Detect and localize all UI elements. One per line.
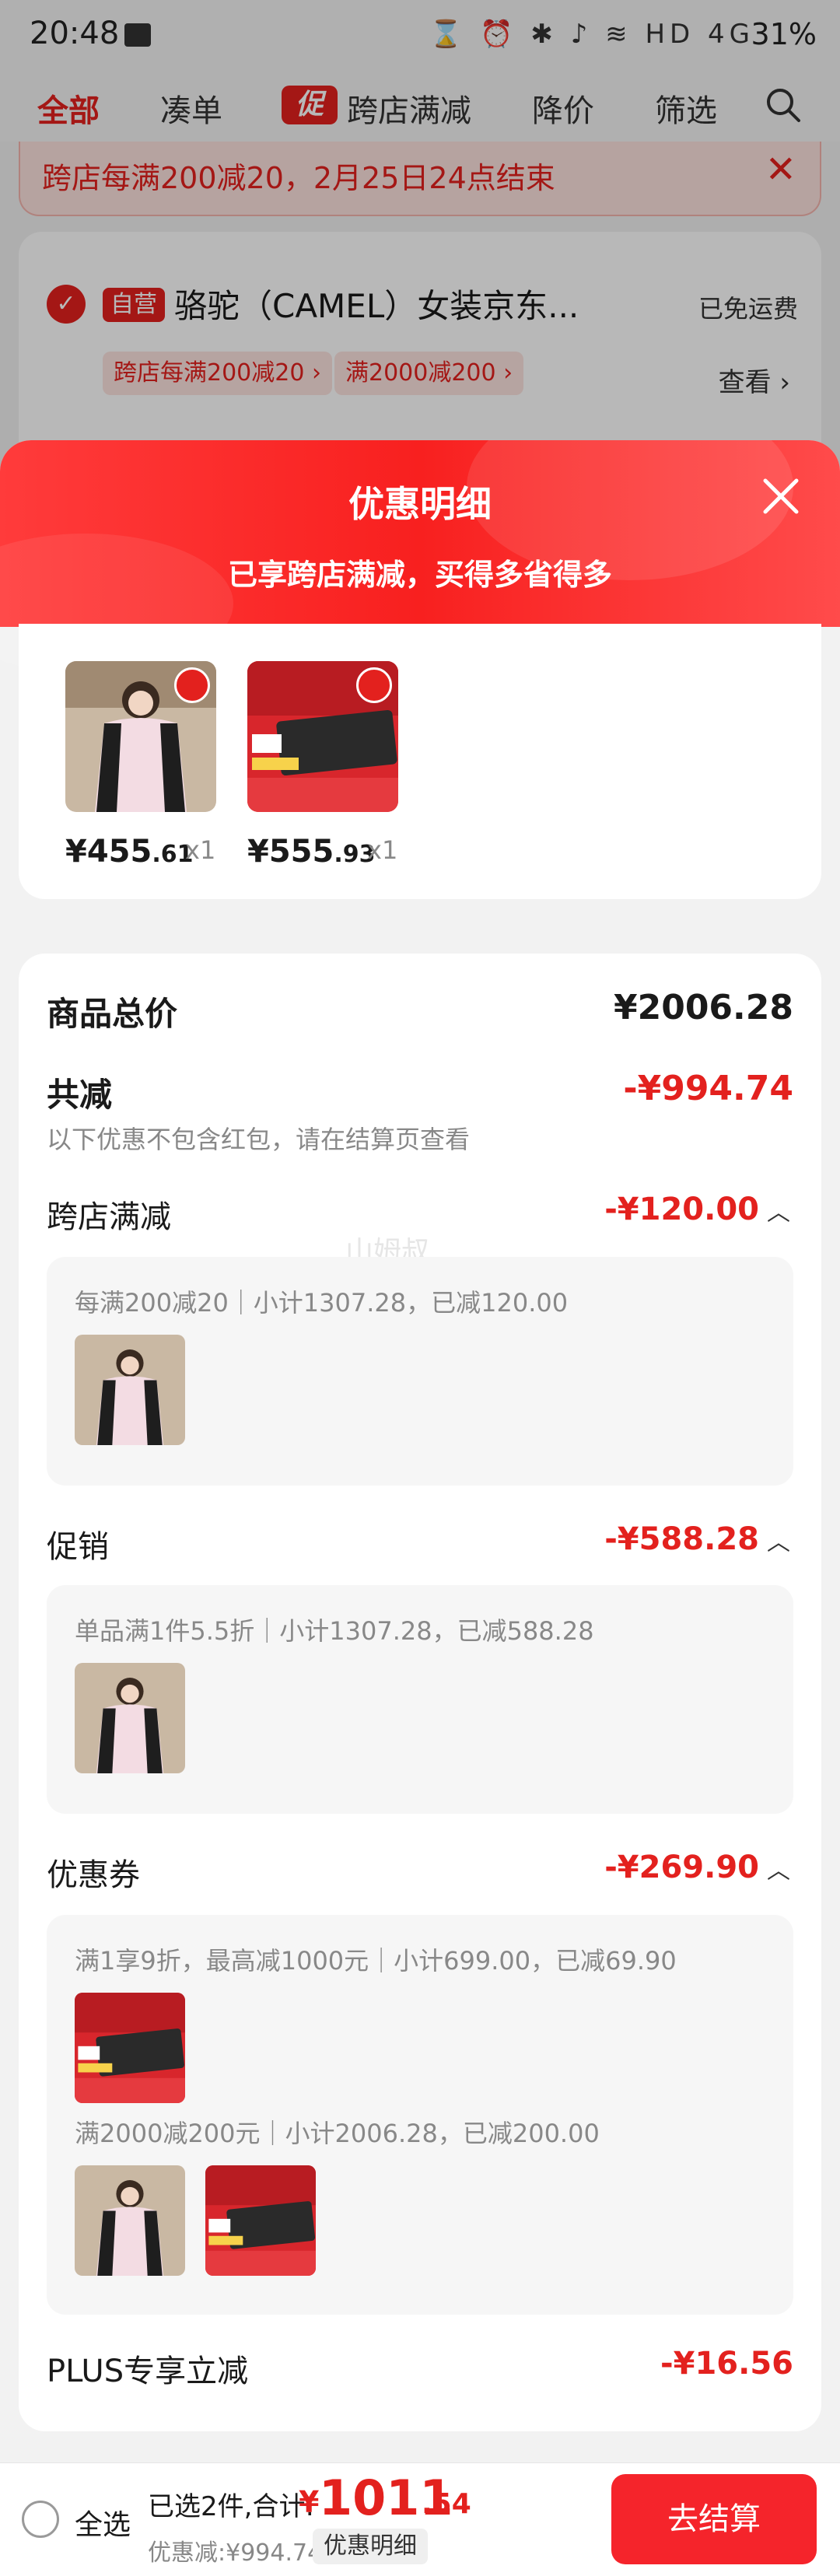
rule-box: 满1享9折，最高减1000元｜小计699.00，已减69.90 满2000减20… (47, 1915, 793, 2315)
reduce-note: 以下优惠不包含红包，请在结算页查看 (47, 1125, 471, 1154)
total-cents: .54 (422, 2488, 471, 2520)
total-value: ¥2006.28 (613, 988, 793, 1027)
rule-product-image (75, 2165, 185, 2276)
product-quantity: x1 (367, 835, 398, 865)
checkout-button[interactable]: 去结算 (611, 2474, 817, 2564)
selected-summary: 已选2件,合计: (148, 2491, 314, 2522)
plus-label: PLUS专享立减 (47, 2354, 249, 2389)
section-coupon-value: -¥269.90 (604, 1850, 759, 1885)
select-all-label[interactable]: 全选 (75, 2502, 131, 2543)
section-coupon-label: 优惠券 (47, 1857, 140, 1893)
checkout-bar: 全选 已选2件,合计: ¥ 1011 .54 优惠减:¥994.74 优惠明细 … (0, 2462, 840, 2576)
product-price: ¥455.61 (65, 834, 194, 870)
total-currency: ¥ (299, 2485, 320, 2519)
rule-text: 满1享9折，最高减1000元｜小计699.00，已减69.90 (75, 1946, 677, 1976)
sheet-subtitle: 已享跨店满减，买得多省得多 (227, 558, 612, 592)
discount-breakdown-card: 商品总价 ¥2006.28 共减 -¥994.74 以下优惠不包含红包，请在结算… (19, 954, 821, 2431)
discount-detail-button[interactable]: 优惠明细 (313, 2529, 428, 2564)
section-cross-store-label: 跨店满减 (47, 1199, 171, 1235)
selected-check-icon (174, 667, 210, 703)
product-image-jacket (65, 661, 216, 812)
product-thumbnails-card: ¥455.61 x1 ¥555.93 x1 (19, 624, 821, 899)
rule-text: 单品满1件5.5折｜小计1307.28，已减588.28 (75, 1616, 594, 1646)
rule-product-image (205, 2165, 316, 2276)
savings-text: 优惠减:¥994.74 (148, 2539, 323, 2567)
chevron-up-icon[interactable]: ︿ (767, 1851, 790, 1885)
total-label: 商品总价 (47, 995, 178, 1033)
reduce-label: 共减 (47, 1076, 113, 1114)
product-quantity: x1 (185, 835, 216, 865)
section-promotion-value: -¥588.28 (604, 1521, 759, 1557)
rule-box: 每满200减20｜小计1307.28，已减120.00 (47, 1257, 793, 1486)
overlay-dim[interactable] (0, 0, 840, 498)
reduce-value: -¥994.74 (623, 1069, 793, 1108)
product-price: ¥555.93 (247, 834, 376, 870)
plus-value: -¥16.56 (660, 2346, 793, 2382)
rule-product-image (75, 1663, 185, 1773)
rule-text: 每满200减20｜小计1307.28，已减120.00 (75, 1288, 569, 1318)
chevron-up-icon[interactable]: ︿ (767, 1523, 790, 1557)
close-icon[interactable] (759, 474, 803, 518)
rule-product-image (75, 1335, 185, 1445)
rule-text: 满2000减200元｜小计2006.28，已减200.00 (75, 2119, 600, 2148)
selected-check-icon (356, 667, 392, 703)
sheet-title: 优惠明细 (348, 483, 492, 525)
section-promotion-label: 促销 (47, 1529, 109, 1565)
select-all-radio[interactable] (22, 2501, 59, 2538)
rule-product-image (75, 1993, 185, 2103)
sheet-header: 优惠明细 已享跨店满减，买得多省得多 (0, 440, 840, 674)
discount-detail-sheet: 优惠明细 已享跨店满减，买得多省得多 ¥455.61 x1 ¥555.93 x1… (0, 440, 840, 2576)
chevron-up-icon[interactable]: ︿ (767, 1193, 790, 1227)
section-cross-store-value: -¥120.00 (604, 1192, 759, 1227)
product-image-keyboard (247, 661, 398, 812)
rule-box: 单品满1件5.5折｜小计1307.28，已减588.28 (47, 1585, 793, 1814)
